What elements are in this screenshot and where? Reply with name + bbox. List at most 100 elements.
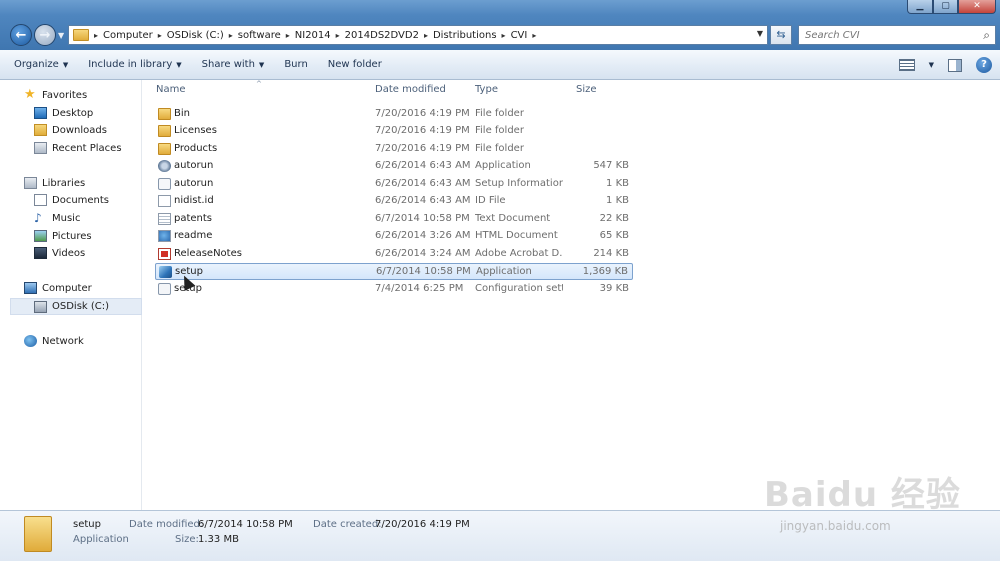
file-date-modified: 6/7/2014 10:58 PM [376,266,471,277]
chevron-right-icon[interactable]: ▸ [94,31,98,40]
file-row[interactable]: autorun 6/26/2014 6:43 AM Application 54… [155,158,633,175]
file-date-modified: 6/26/2014 6:43 AM [375,160,471,171]
chevron-down-icon[interactable]: ▼ [929,61,934,69]
file-row[interactable]: nidist.id 6/26/2014 6:43 AM ID File 1 KB [155,193,633,210]
file-type: Configuration sett... [475,283,563,294]
sidebar-item-desktop[interactable]: Desktop [34,107,93,119]
window-controls: ▁ ▢ ✕ [907,0,996,14]
breadcrumb-osdisk[interactable]: OSDisk (C:) [167,30,224,41]
file-date-modified: 7/20/2016 4:19 PM [375,108,470,119]
file-size: 22 KB [599,213,629,224]
chevron-right-icon[interactable]: ▸ [158,31,162,40]
breadcrumb-computer[interactable]: Computer [103,30,153,41]
file-type: Setup Information [475,178,563,189]
file-row[interactable]: Bin 7/20/2016 4:19 PM File folder [155,106,633,123]
sidebar-item-documents[interactable]: Documents [34,194,109,206]
sidebar-item-recent-places[interactable]: Recent Places [34,142,122,154]
file-type: Text Document [475,213,551,224]
sidebar-item-network[interactable]: Network [24,335,84,347]
change-view-icon[interactable] [898,59,915,71]
address-history-dropdown[interactable]: ▼ [757,29,763,38]
chevron-right-icon[interactable]: ▸ [336,31,340,40]
search-icon[interactable]: ⌕ [983,28,990,43]
chevron-right-icon[interactable]: ▸ [286,31,290,40]
breadcrumb-distributions[interactable]: Distributions [433,30,497,41]
file-row-selected[interactable]: setup 6/7/2014 10:58 PM Application 1,36… [155,263,633,280]
sidebar-item-favorites[interactable]: ★ Favorites [24,88,87,101]
chevron-right-icon[interactable]: ▸ [424,31,428,40]
file-date-modified: 6/7/2014 10:58 PM [375,213,470,224]
maximize-button[interactable]: ▢ [933,0,958,14]
breadcrumb-2014ds2dvd2[interactable]: 2014DS2DVD2 [345,30,419,41]
forward-button[interactable]: → [34,24,56,46]
sidebar-item-music[interactable]: ♪ Music [34,212,80,224]
file-row[interactable]: patents 6/7/2014 10:58 PM Text Document … [155,211,633,228]
new-folder-button[interactable]: New folder [328,59,382,70]
file-name: patents [174,213,213,224]
file-row[interactable]: Licenses 7/20/2016 4:19 PM File folder [155,123,633,140]
watermark-brand: Baidu 经验 [764,475,961,515]
preview-pane-icon[interactable] [948,58,962,72]
file-name: Products [174,143,218,154]
column-header-date-modified[interactable]: Date modified [375,84,446,95]
help-icon[interactable]: ? [976,57,992,73]
share-with-label: Share with [201,59,255,70]
downloads-icon [34,124,47,136]
file-type: File folder [475,125,524,136]
refresh-button[interactable]: ⇆ [770,25,792,45]
file-size: 39 KB [599,283,629,294]
column-header-size[interactable]: Size [576,84,597,95]
recent-places-icon [34,142,47,154]
file-row[interactable]: autorun 6/26/2014 6:43 AM Setup Informat… [155,176,633,193]
folder-icon [158,125,171,137]
chevron-right-icon[interactable]: ▸ [532,31,536,40]
address-bar[interactable]: ▸ Computer ▸ OSDisk (C:) ▸ software ▸ NI… [68,25,768,45]
file-row[interactable]: ReleaseNotes 6/26/2014 3:24 AM Adobe Acr… [155,246,633,263]
sidebar-item-pictures[interactable]: Pictures [34,230,92,242]
organize-menu[interactable]: Organize ▼ [14,59,68,70]
folder-icon [24,516,52,552]
burn-button[interactable]: Burn [284,59,307,70]
include-in-library-menu[interactable]: Include in library ▼ [88,59,181,70]
file-name: Licenses [174,125,217,136]
sidebar-item-videos[interactable]: Videos [34,247,85,259]
libraries-icon [24,177,37,189]
file-date-modified: 6/26/2014 3:24 AM [375,248,471,259]
file-list: ^ Name Date modified Type Size Bin 7/20/… [143,80,1000,510]
file-type: File folder [475,143,524,154]
column-header-type[interactable]: Type [475,84,498,95]
chevron-right-icon[interactable]: ▸ [502,31,506,40]
folder-icon [73,29,89,41]
recent-pages-dropdown[interactable]: ▼ [58,31,64,40]
share-with-menu[interactable]: Share with ▼ [202,59,265,70]
breadcrumb-cvi[interactable]: CVI [511,30,528,41]
file-name: nidist.id [174,195,214,206]
file-size: 1 KB [606,178,629,189]
file-type: Application [476,266,532,277]
sidebar-item-libraries[interactable]: Libraries [24,177,85,189]
breadcrumb-software[interactable]: software [238,30,281,41]
sidebar-item-downloads[interactable]: Downloads [34,124,107,136]
file-name: autorun [174,160,214,171]
sidebar-item-osdisk[interactable]: OSDisk (C:) [10,298,142,315]
file-size: 1 KB [606,195,629,206]
sidebar-item-computer[interactable]: Computer [24,282,92,294]
file-row[interactable]: readme 6/26/2014 3:26 AM HTML Document 6… [155,228,633,245]
watermark-url: jingyan.baidu.com [780,519,891,533]
details-date-created: 7/20/2016 4:19 PM [375,519,470,530]
folder-icon [158,108,171,120]
minimize-button[interactable]: ▁ [907,0,933,14]
sidebar-item-label: OSDisk (C:) [52,301,110,312]
sidebar-item-label: Documents [52,194,110,206]
file-row[interactable]: setup 7/4/2014 6:25 PM Configuration set… [155,281,633,298]
sidebar-item-label: Computer [42,282,92,294]
breadcrumb-ni2014[interactable]: NI2014 [295,30,331,41]
chevron-right-icon[interactable]: ▸ [229,31,233,40]
file-row[interactable]: Products 7/20/2016 4:19 PM File folder [155,141,633,158]
search-input[interactable] [805,29,975,41]
column-header-name[interactable]: Name [156,84,186,95]
file-date-modified: 6/26/2014 6:43 AM [375,195,471,206]
back-button[interactable]: ← [10,24,32,46]
search-box[interactable]: ⌕ [798,25,996,45]
close-button[interactable]: ✕ [958,0,996,14]
